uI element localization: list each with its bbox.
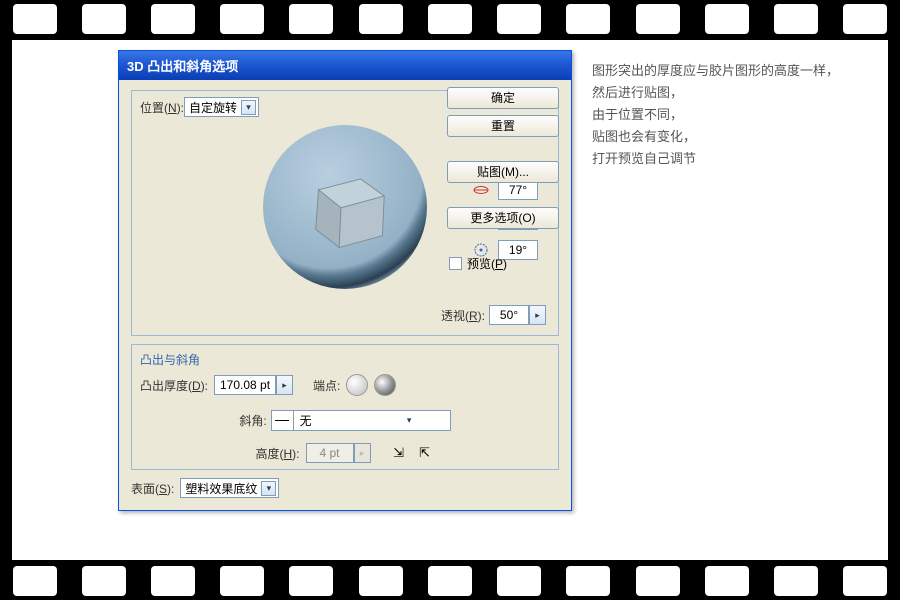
chevron-down-icon: ▾ <box>261 481 276 496</box>
3d-options-dialog: 3D 凸出和斜角选项 位置(N): 自定旋转 ▾ <box>118 50 572 511</box>
bevel-value: 无 <box>294 412 371 429</box>
bevel-extent-in-icon[interactable]: ⇲ <box>389 443 409 463</box>
bevel-height-label: 高度(H): <box>255 445 299 462</box>
film-sprockets-bottom <box>0 562 900 600</box>
bevel-height-input <box>306 443 354 463</box>
position-label: 位置(N): <box>140 99 184 116</box>
bevel-preview-icon <box>272 411 294 430</box>
ok-button[interactable]: 确定 <box>447 87 559 109</box>
dialog-titlebar[interactable]: 3D 凸出和斜角选项 <box>119 51 571 80</box>
perspective-stepper[interactable]: ▸ <box>529 305 546 325</box>
film-sprockets-top <box>0 0 900 38</box>
cap-on-button[interactable] <box>346 374 368 396</box>
instruction-text: 图形突出的厚度应与胶片图形的高度一样， 然后进行贴图， 由于位置不同， 贴图也会… <box>592 60 882 170</box>
bevel-height-stepper: ▸ <box>354 443 371 463</box>
reset-button[interactable]: 重置 <box>447 115 559 137</box>
extrude-bevel-group: 凸出与斜角 凸出厚度(D): ▸ 端点: 斜角: <box>131 344 559 470</box>
extrude-depth-stepper[interactable]: ▸ <box>276 375 293 395</box>
extrude-bevel-title: 凸出与斜角 <box>140 351 550 368</box>
dialog-button-column: 确定 重置 贴图(M)... 更多选项(O) 预览(P) <box>447 87 559 274</box>
film-frame: 3D 凸出和斜角选项 位置(N): 自定旋转 ▾ <box>12 40 888 560</box>
position-select[interactable]: 自定旋转 ▾ <box>184 97 259 117</box>
surface-value: 塑料效果底纹 <box>185 480 257 497</box>
surface-label: 表面(S): <box>131 480 174 497</box>
preview-label: 预览(P) <box>467 255 507 272</box>
cap-off-button[interactable] <box>374 374 396 396</box>
surface-select[interactable]: 塑料效果底纹 ▾ <box>180 478 279 498</box>
chevron-down-icon: ▾ <box>371 414 448 428</box>
perspective-label: 透视(R): <box>441 307 485 324</box>
caps-label: 端点: <box>313 377 340 394</box>
chevron-down-icon: ▾ <box>241 100 256 115</box>
extrude-depth-label: 凸出厚度(D): <box>140 377 208 394</box>
preview-checkbox[interactable]: 预览(P) <box>447 253 559 274</box>
extrude-depth-input[interactable] <box>214 375 276 395</box>
perspective-input[interactable] <box>489 305 529 325</box>
map-art-button[interactable]: 贴图(M)... <box>447 161 559 183</box>
bevel-extent-out-icon[interactable]: ⇱ <box>415 443 435 463</box>
more-options-button[interactable]: 更多选项(O) <box>447 207 559 229</box>
bevel-select[interactable]: 无 ▾ <box>271 410 451 431</box>
checkbox-icon <box>449 257 462 270</box>
film-strip: 3D 凸出和斜角选项 位置(N): 自定旋转 ▾ <box>0 0 900 600</box>
3d-preview-trackball[interactable] <box>263 125 427 289</box>
cube-preview-icon <box>305 161 395 251</box>
position-select-value: 自定旋转 <box>189 99 237 116</box>
bevel-label: 斜角: <box>239 412 266 429</box>
